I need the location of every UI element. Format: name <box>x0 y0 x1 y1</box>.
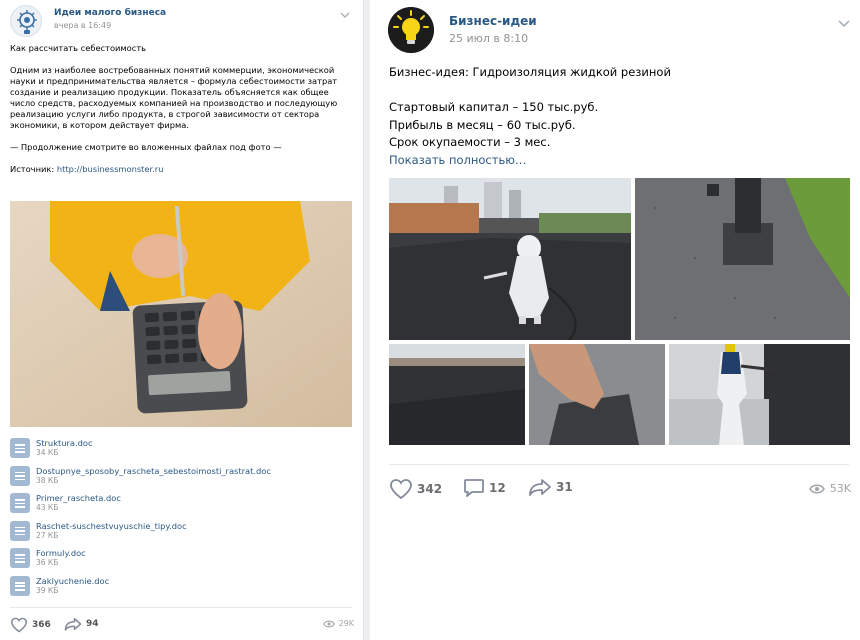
document-icon <box>10 465 30 486</box>
document-size: 27 КБ <box>36 530 59 540</box>
document-icon <box>10 548 30 569</box>
post-date[interactable]: вчера в 16:49 <box>54 21 111 30</box>
document-size: 43 КБ <box>36 503 59 513</box>
share-count: 94 <box>86 619 99 629</box>
post-date[interactable]: 25 июл в 8:10 <box>449 32 528 45</box>
post-headline: Бизнес-идея: Гидроизоляция жидкой резино… <box>389 65 671 79</box>
source-label: Источник: <box>10 164 55 174</box>
post-text: Бизнес-идея: Гидроизоляция жидкой резино… <box>389 64 849 169</box>
document-icon <box>10 520 30 541</box>
document-item[interactable]: Raschet-suschestvuyuschie_tipy.doc 27 КБ <box>10 520 354 548</box>
document-name[interactable]: Formuly.doc <box>36 548 86 558</box>
share-arrow-icon <box>64 618 82 631</box>
group-name[interactable]: Идеи малого бизнеса <box>54 8 166 18</box>
post-photo-roof-spraying[interactable] <box>389 178 631 340</box>
comment-button[interactable]: 12 <box>463 478 506 498</box>
views-count: 29K <box>338 619 354 628</box>
post-header: Идеи малого бизнеса вчера в 16:49 <box>10 5 354 37</box>
post-photo-rubber-hand[interactable] <box>529 344 665 445</box>
post-photo-flat-roof[interactable] <box>389 344 525 445</box>
roof-pipe-photo <box>635 178 850 340</box>
comment-count: 12 <box>489 481 506 495</box>
views-count: 53K <box>829 482 851 495</box>
rubber-hand-photo <box>529 344 665 445</box>
attached-documents: Struktura.doc 34 КБ Dostupnye_sposoby_ra… <box>10 437 354 603</box>
calculator-photo <box>10 201 352 427</box>
post-source: Источник: http://businessmonster.ru <box>10 164 354 175</box>
group-avatar[interactable] <box>10 5 42 37</box>
document-item[interactable]: Primer_rascheta.doc 43 КБ <box>10 492 354 520</box>
document-item[interactable]: Formuly.doc 36 КБ <box>10 547 354 575</box>
document-icon <box>10 575 30 596</box>
post-continuation: — Продолжение смотрите во вложенных файл… <box>10 142 282 152</box>
post-business-ideas: Бизнес-идеи 25 июл в 8:10 Бизнес-идея: Г… <box>370 0 860 640</box>
document-icon <box>10 493 30 514</box>
source-link[interactable]: http://businessmonster.ru <box>57 164 164 174</box>
like-count: 366 <box>32 620 51 630</box>
chevron-down-icon[interactable] <box>838 19 850 28</box>
document-item[interactable]: Zaklyuchenie.doc 39 КБ <box>10 575 354 603</box>
document-icon <box>10 438 30 458</box>
post-divider <box>10 607 352 608</box>
flat-roof-photo <box>389 344 525 445</box>
post-line-profit: Прибыль в месяц – 60 тыс.руб. <box>389 117 576 132</box>
document-name[interactable]: Struktura.doc <box>36 438 93 448</box>
views-counter: 29K <box>322 619 354 628</box>
post-line-capital: Стартовый капитал – 150 тыс.руб. <box>389 100 599 114</box>
document-name[interactable]: Primer_rascheta.doc <box>36 493 121 503</box>
like-count: 342 <box>417 482 443 496</box>
share-button[interactable]: 94 <box>64 617 99 631</box>
document-name[interactable]: Zaklyuchenie.doc <box>36 576 109 586</box>
document-size: 39 КБ <box>36 585 59 595</box>
post-divider <box>389 464 849 465</box>
roof-spraying-photo <box>389 178 631 340</box>
eye-icon <box>322 620 335 627</box>
comment-icon <box>464 479 484 497</box>
eye-icon <box>808 484 825 493</box>
lightbulb-icon <box>388 7 434 53</box>
post-photo-calculator[interactable] <box>10 201 352 427</box>
views-counter: 53K <box>808 482 851 495</box>
share-button[interactable]: 31 <box>528 478 573 496</box>
document-size: 36 КБ <box>36 558 59 568</box>
heart-icon <box>10 617 28 633</box>
wall-spraying-photo <box>669 344 850 445</box>
post-photo-wall-spraying[interactable] <box>669 344 850 445</box>
like-button[interactable]: 366 <box>10 617 51 633</box>
chevron-down-icon[interactable] <box>340 11 350 19</box>
document-item[interactable]: Dostupnye_sposoby_rascheta_sebestoimosti… <box>10 465 354 493</box>
document-item[interactable]: Struktura.doc 34 КБ <box>10 437 354 465</box>
post-line-payback: Срок окупаемости – 3 мес. <box>389 135 551 149</box>
post-small-business-ideas: Идеи малого бизнеса вчера в 16:49 Как ра… <box>0 0 364 640</box>
share-count: 31 <box>556 480 573 494</box>
group-avatar[interactable] <box>388 7 434 53</box>
like-button[interactable]: 342 <box>389 478 442 500</box>
document-name[interactable]: Raschet-suschestvuyuschie_tipy.doc <box>36 521 187 531</box>
post-actions: 342 12 31 53K <box>389 478 851 502</box>
document-name[interactable]: Dostupnye_sposoby_rascheta_sebestoimosti… <box>36 466 271 476</box>
lightbulb-gear-icon <box>17 10 37 34</box>
post-photo-roof-pipe[interactable] <box>635 178 850 340</box>
heart-icon <box>390 479 412 500</box>
post-title: Как рассчитать себестоимость <box>10 43 147 53</box>
show-more-link[interactable]: Показать полностью… <box>389 152 849 170</box>
document-size: 38 КБ <box>36 475 59 485</box>
post-paragraph: Одним из наиболее востребованных понятий… <box>10 65 338 130</box>
group-name[interactable]: Бизнес-идеи <box>449 14 537 28</box>
post-actions: 366 94 29K <box>10 617 354 635</box>
share-arrow-icon <box>529 479 551 496</box>
document-size: 34 КБ <box>36 448 59 457</box>
post-text: Как рассчитать себестоимость Одним из на… <box>10 43 354 186</box>
